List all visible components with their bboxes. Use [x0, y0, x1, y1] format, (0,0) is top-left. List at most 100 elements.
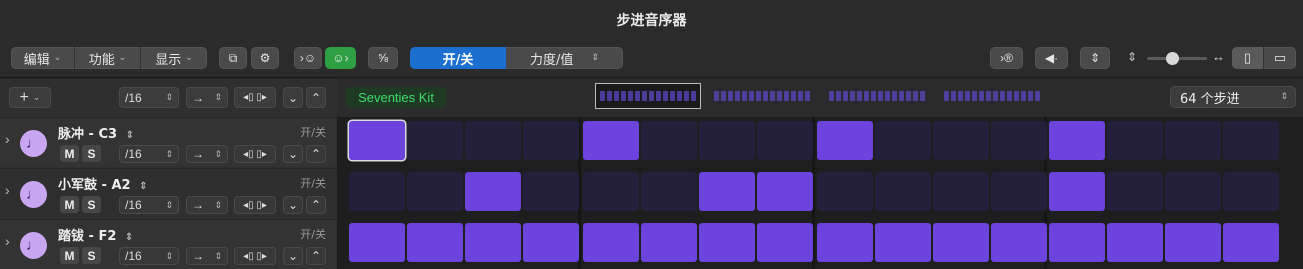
step-cell[interactable] [583, 172, 639, 211]
row-loop-button[interactable]: ◂▯ ▯▸ [234, 145, 276, 163]
collapse-up-button[interactable]: ⌃ [306, 87, 326, 108]
copy-button[interactable]: ⧉ [219, 47, 247, 69]
pattern-left-button[interactable]: ›☺ [294, 47, 322, 69]
step-cell[interactable] [991, 121, 1047, 160]
toggle-options-button[interactable]: ⚙ [251, 47, 279, 69]
step-cell[interactable] [349, 223, 405, 262]
step-cell[interactable] [349, 121, 405, 160]
step-cell[interactable] [757, 223, 813, 262]
row-collapse-down-button[interactable]: ⌄ [283, 196, 303, 214]
mute-button[interactable]: M [60, 196, 79, 213]
step-cell[interactable] [523, 172, 579, 211]
mute-button[interactable]: M [60, 247, 79, 264]
step-cell[interactable] [641, 223, 697, 262]
fit-height-button[interactable]: ⇕ [1080, 47, 1110, 69]
step-cell[interactable] [523, 121, 579, 160]
step-cell[interactable] [1049, 172, 1105, 211]
row-header[interactable]: › ♩ 脉冲 - C3 ⇕ 开/关 M S /16 ⇕ → ⇕ ◂▯ ▯▸ ⌄ … [0, 117, 337, 167]
step-cell[interactable] [1049, 223, 1105, 262]
row-collapse-up-button[interactable]: ⌃ [306, 247, 326, 265]
step-cell[interactable] [407, 172, 463, 211]
step-cell[interactable] [757, 121, 813, 160]
global-rate-selector[interactable]: /16 ⇕ [119, 87, 179, 108]
step-cell[interactable] [1165, 121, 1221, 160]
step-cell[interactable] [1165, 172, 1221, 211]
step-cell[interactable] [465, 121, 521, 160]
step-cell[interactable] [933, 223, 989, 262]
row-name[interactable]: 脉冲 - C3 ⇕ [58, 123, 134, 142]
layout-toggle[interactable]: ▯ ▭ [1232, 47, 1296, 69]
row-collapse-down-button[interactable]: ⌄ [283, 247, 303, 265]
step-cell[interactable] [641, 172, 697, 211]
row-header[interactable]: › ♩ 小军鼓 - A2 ⇕ 开/关 M S /16 ⇕ → ⇕ ◂▯ ▯▸ ⌄… [0, 168, 337, 218]
solo-button[interactable]: S [82, 247, 101, 264]
kit-name-badge[interactable]: Seventies Kit [346, 87, 446, 108]
step-cell[interactable] [583, 121, 639, 160]
route-button[interactable]: ›® [990, 47, 1023, 69]
step-cell[interactable] [583, 223, 639, 262]
step-cell[interactable] [991, 172, 1047, 211]
step-cell[interactable] [1223, 223, 1279, 262]
row-loop-button[interactable]: ◂▯ ▯▸ [234, 247, 276, 265]
step-cell[interactable] [817, 172, 873, 211]
row-direction-selector[interactable]: → ⇕ [186, 145, 228, 163]
row-direction-selector[interactable]: → ⇕ [186, 247, 228, 265]
pattern-browser-button[interactable]: ☺› [325, 47, 356, 69]
pattern-overview-2[interactable] [710, 84, 814, 108]
edit-menu[interactable]: 编辑 ⌄ [11, 47, 75, 69]
zoom-slider-knob[interactable] [1166, 52, 1179, 65]
row-rate-selector[interactable]: /16 ⇕ [119, 145, 179, 163]
wide-view-button[interactable]: ▭ [1264, 47, 1296, 69]
step-cell[interactable] [875, 172, 931, 211]
on-off-mode-button[interactable]: 开/关 [410, 47, 506, 69]
edit-mode-selector[interactable]: 开/关 力度/值 ⇕ [410, 47, 623, 69]
velocity-mode-button[interactable]: 力度/值 ⇕ [506, 47, 623, 69]
step-cell[interactable] [875, 121, 931, 160]
step-cell[interactable] [465, 223, 521, 262]
global-direction-selector[interactable]: → ⇕ [186, 87, 228, 108]
row-header[interactable]: › ♩ 踏钹 - F2 ⇕ 开/关 M S /16 ⇕ → ⇕ ◂▯ ▯▸ ⌄ … [0, 219, 337, 269]
disclosure-arrow-icon[interactable]: › [5, 182, 10, 198]
reset-button[interactable]: ⅝ [368, 47, 398, 69]
row-loop-button[interactable]: ◂▯ ▯▸ [234, 196, 276, 214]
step-cell[interactable] [933, 172, 989, 211]
step-cell[interactable] [991, 223, 1047, 262]
speaker-button[interactable]: ◀· [1035, 47, 1068, 69]
add-row-button[interactable]: + ⌄ [9, 87, 51, 108]
mute-button[interactable]: M [60, 145, 79, 162]
step-count-selector[interactable]: 64 个步进 ⇕ [1170, 86, 1296, 108]
global-loop-button[interactable]: ◂▯ ▯▸ [234, 87, 276, 108]
row-collapse-down-button[interactable]: ⌄ [283, 145, 303, 163]
step-cell[interactable] [933, 121, 989, 160]
step-cell[interactable] [699, 223, 755, 262]
row-collapse-up-button[interactable]: ⌃ [306, 145, 326, 163]
pattern-overview-4[interactable] [940, 84, 1044, 108]
function-menu[interactable]: 功能 ⌄ [75, 47, 141, 69]
step-cell[interactable] [349, 172, 405, 211]
step-cell[interactable] [817, 121, 873, 160]
row-rate-selector[interactable]: /16 ⇕ [119, 247, 179, 265]
step-cell[interactable] [699, 172, 755, 211]
step-cell[interactable] [407, 121, 463, 160]
step-cell[interactable] [1107, 172, 1163, 211]
row-name[interactable]: 踏钹 - F2 ⇕ [58, 225, 133, 244]
step-cell[interactable] [465, 172, 521, 211]
step-cell[interactable] [1223, 121, 1279, 160]
collapse-down-button[interactable]: ⌄ [283, 87, 303, 108]
row-direction-selector[interactable]: → ⇕ [186, 196, 228, 214]
row-collapse-up-button[interactable]: ⌃ [306, 196, 326, 214]
step-cell[interactable] [1165, 223, 1221, 262]
pattern-overview-3[interactable] [825, 84, 929, 108]
disclosure-arrow-icon[interactable]: › [5, 131, 10, 147]
step-cell[interactable] [1107, 223, 1163, 262]
row-name[interactable]: 小军鼓 - A2 ⇕ [58, 174, 147, 193]
step-cell[interactable] [1107, 121, 1163, 160]
row-rate-selector[interactable]: /16 ⇕ [119, 196, 179, 214]
view-menu[interactable]: 显示 ⌄ [141, 47, 207, 69]
step-cell[interactable] [875, 223, 931, 262]
step-cell[interactable] [699, 121, 755, 160]
step-cell[interactable] [817, 223, 873, 262]
step-cell[interactable] [641, 121, 697, 160]
solo-button[interactable]: S [82, 145, 101, 162]
step-cell[interactable] [1223, 172, 1279, 211]
